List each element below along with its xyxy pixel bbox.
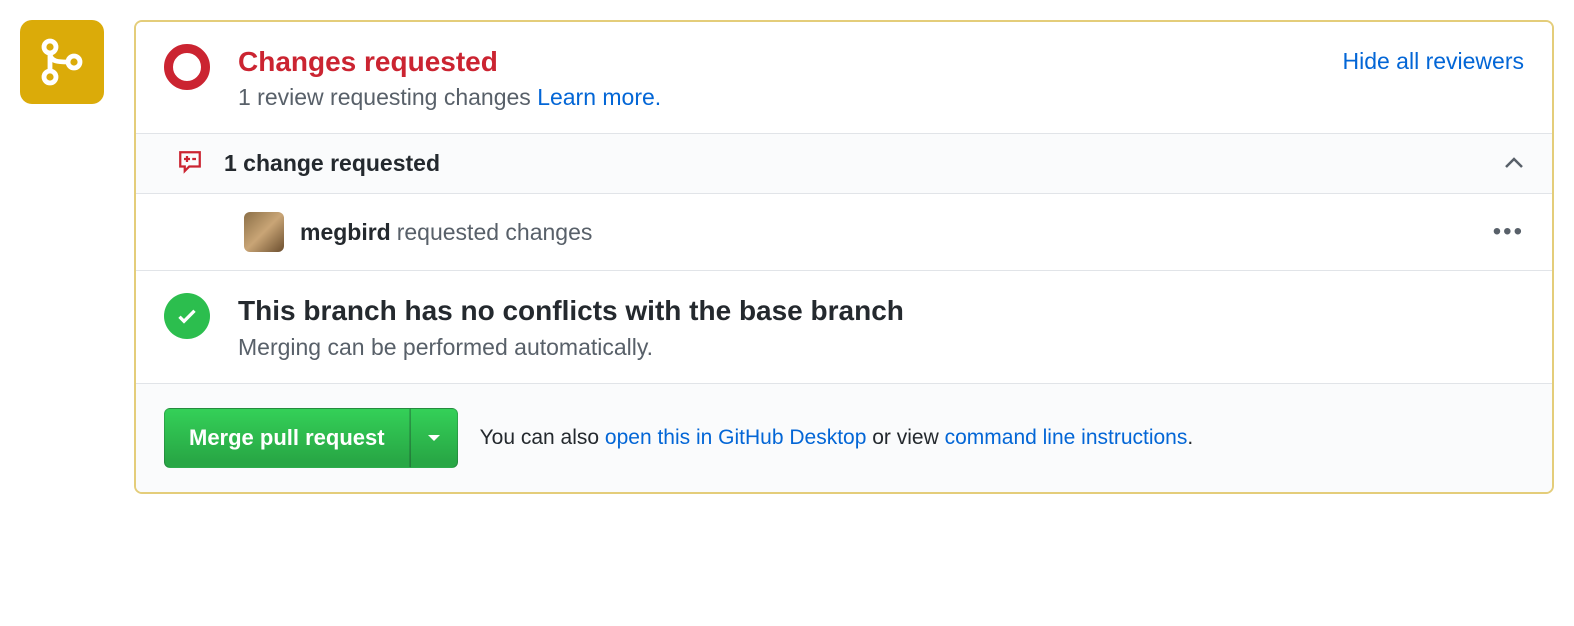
merge-section: Merge pull request You can also open thi… bbox=[136, 383, 1552, 492]
conflicts-title: This branch has no conflicts with the ba… bbox=[238, 293, 1524, 329]
learn-more-link[interactable]: Learn more. bbox=[537, 84, 661, 110]
reviewer-username[interactable]: megbird bbox=[300, 219, 391, 246]
chevron-up-icon bbox=[1504, 156, 1524, 172]
merge-pull-request-button[interactable]: Merge pull request bbox=[164, 408, 410, 468]
hide-reviewers-link[interactable]: Hide all reviewers bbox=[1342, 44, 1524, 75]
caret-down-icon bbox=[427, 433, 441, 443]
avatar[interactable] bbox=[244, 212, 284, 252]
git-merge-icon bbox=[38, 38, 86, 86]
review-status-title: Changes requested bbox=[238, 44, 1342, 80]
merge-options-dropdown[interactable] bbox=[410, 408, 458, 468]
conflicts-section: This branch has no conflicts with the ba… bbox=[136, 271, 1552, 382]
merge-status-badge bbox=[20, 20, 104, 104]
changes-requested-icon bbox=[164, 44, 210, 90]
conflicts-subtext: Merging can be performed automatically. bbox=[238, 334, 1524, 361]
open-in-desktop-link[interactable]: open this in GitHub Desktop bbox=[605, 426, 866, 449]
kebab-menu-icon[interactable]: ••• bbox=[1493, 220, 1524, 244]
changes-summary-title: 1 change requested bbox=[224, 150, 1504, 177]
merge-alternative-text: You can also open this in GitHub Desktop… bbox=[480, 426, 1194, 450]
changes-summary-bar[interactable]: 1 change requested bbox=[136, 133, 1552, 194]
review-status-section: Changes requested 1 review requesting ch… bbox=[136, 22, 1552, 133]
reviewer-action-text: requested changes bbox=[397, 219, 593, 246]
command-line-instructions-link[interactable]: command line instructions bbox=[945, 426, 1188, 449]
reviewer-row: megbird requested changes ••• bbox=[136, 194, 1552, 271]
diff-comment-icon bbox=[178, 150, 202, 177]
review-status-subtext: 1 review requesting changes Learn more. bbox=[238, 84, 1342, 111]
check-circle-icon bbox=[164, 293, 210, 339]
merge-panel: Changes requested 1 review requesting ch… bbox=[134, 20, 1554, 494]
